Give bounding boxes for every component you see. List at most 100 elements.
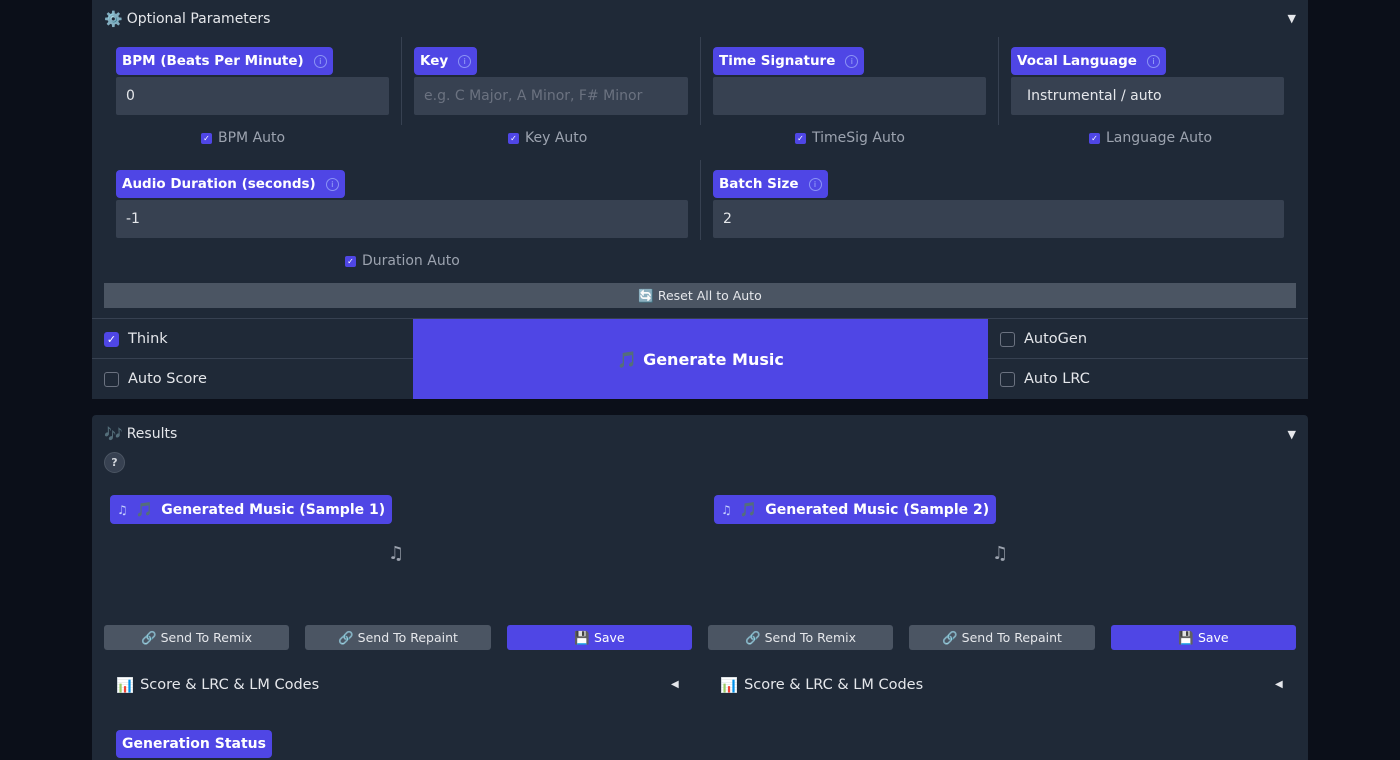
help-button[interactable]: ? — [104, 452, 125, 473]
bpm-auto-label: BPM Auto — [218, 130, 286, 146]
sample-1-score-accordion[interactable]: 📊 Score & LRC & LM Codes — [116, 674, 319, 696]
sample-1-save-button[interactable]: 💾 Save — [507, 625, 692, 650]
save-label: Save — [593, 630, 625, 645]
results-header[interactable]: 🎶 Results — [104, 424, 177, 444]
info-icon[interactable]: i — [325, 177, 339, 191]
audio-placeholder-icon: ♫ — [388, 543, 405, 564]
vocal-language-label: Vocal Language i — [1011, 47, 1166, 75]
generate-music-button[interactable]: 🎵 Generate Music — [413, 319, 988, 399]
time-signature-input[interactable] — [713, 77, 986, 115]
expand-caret-icon[interactable]: ◀ — [1275, 679, 1283, 690]
collapse-caret-icon[interactable]: ▼ — [1288, 428, 1296, 441]
results-title: Results — [126, 426, 178, 442]
language-auto-checkbox[interactable]: ✓ Language Auto — [1089, 129, 1212, 147]
auto-lrc-checkbox[interactable]: Auto LRC — [988, 359, 1308, 399]
checkbox-icon — [104, 371, 119, 387]
bar-chart-icon: 📊 — [720, 677, 739, 694]
checkmark-icon: ✓ — [201, 132, 212, 144]
sample-2-label-text: Generated Music (Sample 2) — [765, 501, 990, 518]
reset-all-label: Reset All to Auto — [657, 288, 762, 303]
checkbox-icon — [1000, 331, 1015, 347]
link-icon: 🔗 — [140, 629, 157, 645]
generation-status-label: Generation Status — [116, 730, 272, 758]
music-icon: ♫ — [721, 502, 732, 517]
key-input[interactable] — [414, 77, 688, 115]
sample-2-send-to-remix-button[interactable]: 🔗 Send To Remix — [708, 625, 893, 650]
sample-2-score-accordion[interactable]: 📊 Score & LRC & LM Codes — [720, 674, 923, 696]
music-note-icon: 🎵 — [135, 501, 154, 518]
timesig-auto-checkbox[interactable]: ✓ TimeSig Auto — [795, 129, 905, 147]
music-notes-icon: 🎶 — [104, 425, 123, 443]
page: ⚙️ Optional Parameters ▼ BPM (Beats Per … — [92, 0, 1308, 760]
audio-duration-input[interactable] — [116, 200, 688, 238]
autogen-checkbox[interactable]: AutoGen — [988, 319, 1308, 359]
key-auto-checkbox[interactable]: ✓ Key Auto — [508, 129, 587, 147]
send-to-repaint-label: Send To Repaint — [357, 630, 458, 645]
sample-2-send-to-repaint-button[interactable]: 🔗 Send To Repaint — [909, 625, 1095, 650]
sample-1-send-to-repaint-button[interactable]: 🔗 Send To Repaint — [305, 625, 491, 650]
key-label-text: Key — [420, 53, 449, 69]
sample-2-label: ♫ 🎵 Generated Music (Sample 2) — [714, 495, 997, 524]
info-icon[interactable]: i — [313, 54, 327, 68]
optional-parameters-header[interactable]: ⚙️ Optional Parameters — [104, 9, 270, 29]
music-note-icon: 🎵 — [739, 501, 758, 518]
info-icon[interactable]: i — [458, 54, 472, 68]
divider — [700, 160, 701, 240]
checkbox-icon — [1000, 371, 1015, 387]
bpm-auto-checkbox[interactable]: ✓ BPM Auto — [201, 129, 285, 147]
send-to-remix-label: Send To Remix — [764, 630, 857, 645]
checkmark-icon: ✓ — [795, 132, 806, 144]
floppy-disk-icon: 💾 — [574, 629, 590, 645]
divider — [700, 37, 701, 125]
duration-auto-label: Duration Auto — [362, 253, 460, 269]
info-icon[interactable]: i — [1146, 54, 1160, 68]
duration-auto-checkbox[interactable]: ✓ Duration Auto — [345, 252, 460, 270]
bar-chart-icon: 📊 — [116, 677, 135, 694]
refresh-icon: 🔄 — [638, 287, 654, 303]
save-label: Save — [1197, 630, 1229, 645]
batch-size-input[interactable] — [713, 200, 1284, 238]
collapse-caret-icon[interactable]: ▼ — [1288, 12, 1296, 25]
divider — [998, 37, 999, 125]
sample-1-label-text: Generated Music (Sample 1) — [161, 501, 386, 518]
info-icon[interactable]: i — [808, 177, 822, 191]
think-checkbox[interactable]: ✓ Think — [92, 319, 413, 359]
info-icon[interactable]: i — [845, 54, 859, 68]
sample-2-save-button[interactable]: 💾 Save — [1111, 625, 1296, 650]
link-icon: 🔗 — [942, 629, 958, 645]
autogen-label: AutoGen — [1024, 331, 1088, 347]
bpm-input[interactable] — [116, 77, 389, 115]
sample-1-label: ♫ 🎵 Generated Music (Sample 1) — [110, 495, 393, 524]
score-lrc-label: Score & LRC & LM Codes — [140, 677, 320, 693]
audio-placeholder-icon: ♫ — [992, 543, 1009, 564]
time-signature-label: Time Signature i — [713, 47, 865, 75]
time-signature-label-text: Time Signature — [719, 53, 836, 69]
reset-all-button[interactable]: 🔄 Reset All to Auto — [104, 283, 1296, 308]
generate-music-label: Generate Music — [643, 349, 784, 369]
auto-score-checkbox[interactable]: Auto Score — [92, 359, 413, 399]
language-auto-label: Language Auto — [1106, 130, 1213, 146]
expand-caret-icon[interactable]: ◀ — [671, 679, 679, 690]
link-icon: 🔗 — [744, 629, 761, 645]
results-panel — [92, 415, 1308, 760]
link-icon: 🔗 — [338, 629, 354, 645]
key-auto-label: Key Auto — [525, 130, 588, 146]
checkmark-icon: ✓ — [1089, 132, 1100, 144]
audio-duration-label-text: Audio Duration (seconds) — [122, 176, 316, 192]
audio-duration-label: Audio Duration (seconds) i — [116, 170, 345, 198]
optional-parameters-panel: ⚙️ Optional Parameters ▼ BPM (Beats Per … — [92, 0, 1308, 399]
batch-size-label: Batch Size i — [713, 170, 828, 198]
key-label: Key i — [414, 47, 478, 75]
send-to-remix-label: Send To Remix — [160, 630, 253, 645]
auto-lrc-label: Auto LRC — [1024, 371, 1090, 387]
vocal-language-label-text: Vocal Language — [1017, 53, 1137, 69]
checkmark-icon: ✓ — [508, 132, 519, 144]
checkmark-icon: ✓ — [345, 255, 356, 267]
bpm-label: BPM (Beats Per Minute) i — [116, 47, 333, 75]
score-lrc-label: Score & LRC & LM Codes — [744, 677, 924, 693]
think-label: Think — [128, 331, 168, 347]
music-icon: ♫ — [117, 502, 128, 517]
sample-1-send-to-remix-button[interactable]: 🔗 Send To Remix — [104, 625, 289, 650]
optional-parameters-title: Optional Parameters — [126, 11, 271, 27]
vocal-language-select[interactable] — [1011, 77, 1284, 115]
